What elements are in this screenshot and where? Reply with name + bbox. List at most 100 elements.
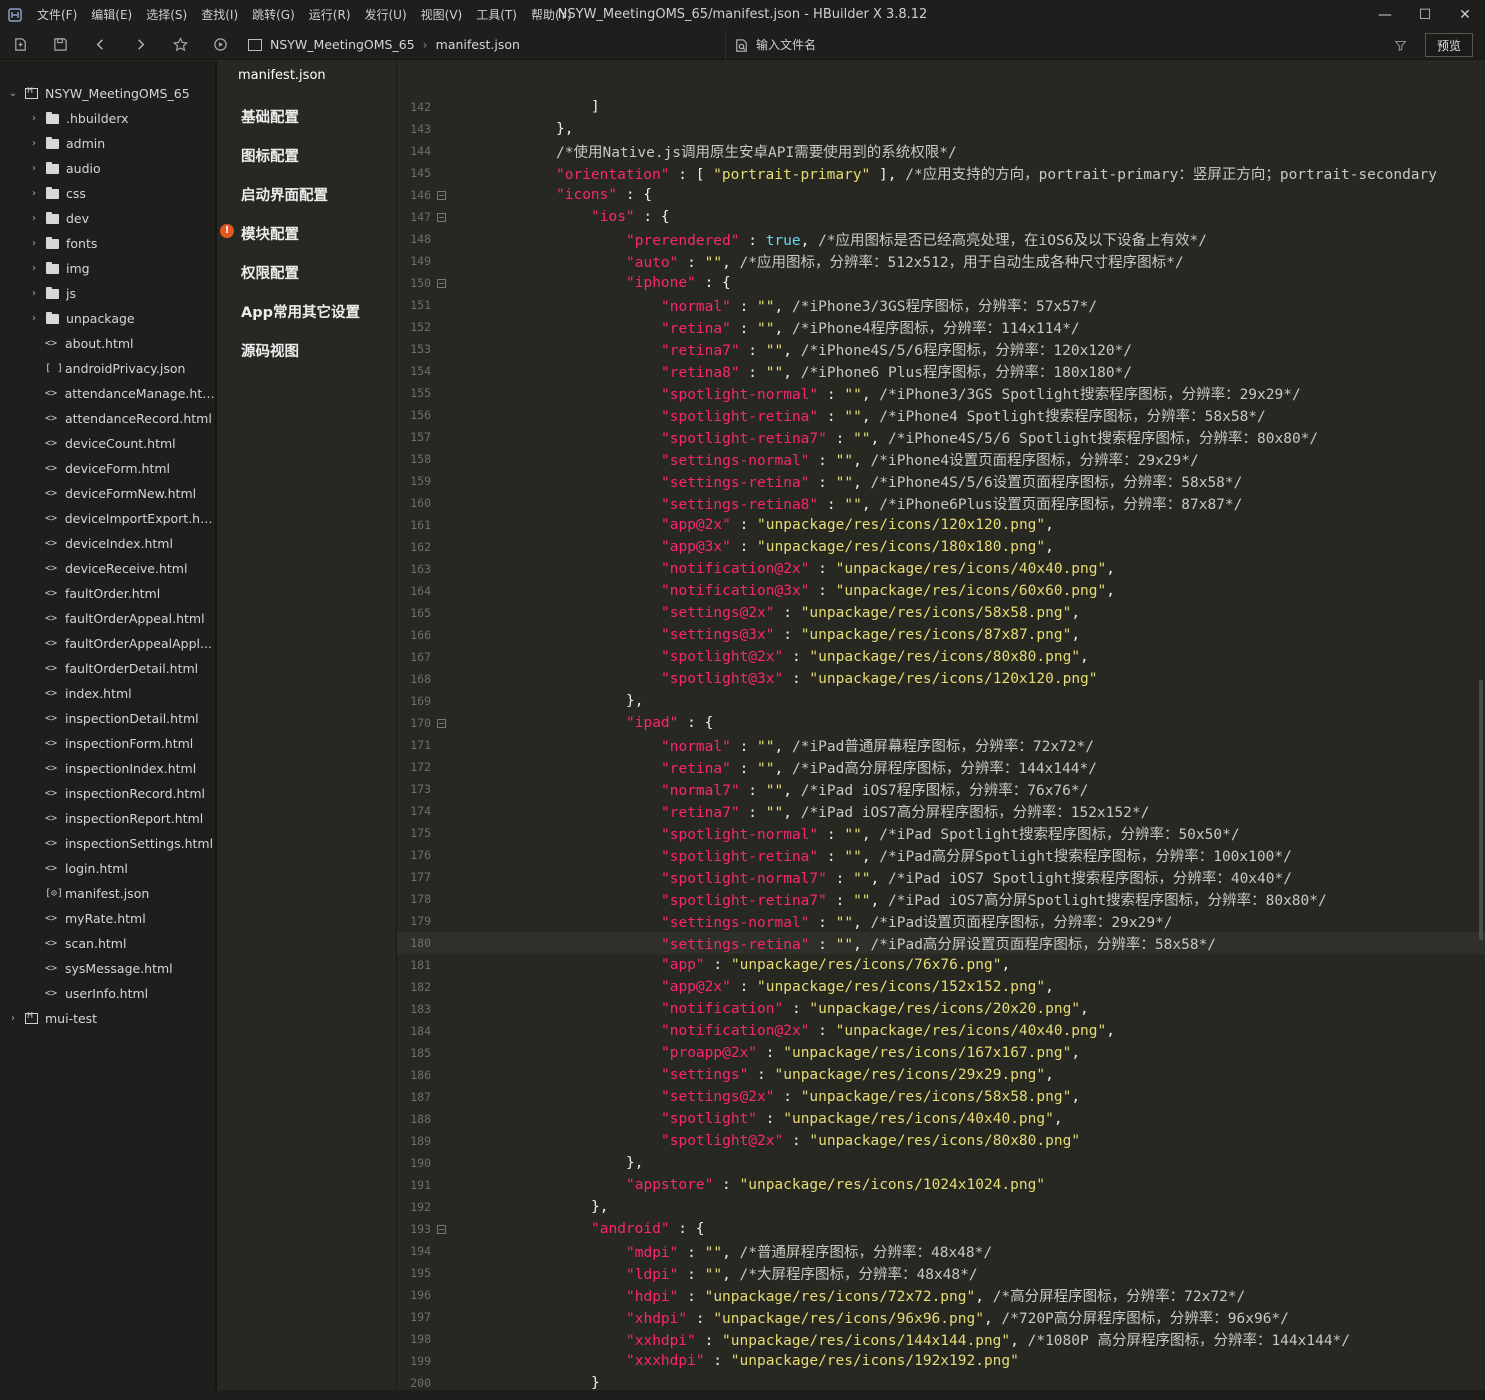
code-line[interactable]: 187 "settings@2x" : "unpackage/res/icons/… (397, 1086, 1485, 1108)
code-editor[interactable]: 142] 143}, 144/*使用Native.js调用原生安卓API需要使用到的… (397, 96, 1485, 1400)
fold-toggle-icon[interactable]: − (437, 278, 446, 288)
breadcrumb-file[interactable]: manifest.json (436, 37, 520, 52)
chevron-right-icon[interactable]: › (27, 213, 41, 224)
tree-folder[interactable]: › dev (0, 206, 215, 231)
fold-toggle-icon[interactable]: − (437, 212, 446, 222)
run-icon[interactable] (200, 30, 240, 60)
code-line[interactable]: 199 "xxxhdpi" : "unpackage/res/icons/192x… (397, 1350, 1485, 1372)
maximize-button[interactable]: ☐ (1405, 0, 1445, 30)
fold-toggle-icon[interactable]: − (437, 190, 446, 200)
config-nav-item[interactable]: App常用其它设置 (241, 301, 360, 322)
tree-folder[interactable]: › img (0, 256, 215, 281)
code-line[interactable]: 192}, (397, 1196, 1485, 1218)
code-line[interactable]: 178 "spotlight-retina7" : "", /*iPad iOS7… (397, 888, 1485, 910)
code-line[interactable]: 172 "retina" : "", /*iPad高分屏程序图标，分辨率：144x… (397, 756, 1485, 778)
tree-file[interactable]: [⊙] manifest.json (0, 881, 215, 906)
tree-folder[interactable]: › unpackage (0, 306, 215, 331)
tree-file[interactable]: <> faultOrderDetail.html (0, 656, 215, 681)
tree-file[interactable]: <> about.html (0, 331, 215, 356)
code-line[interactable]: 166 "settings@3x" : "unpackage/res/icons/… (397, 624, 1485, 646)
code-line[interactable]: 193− "android" : { (397, 1218, 1485, 1240)
chevron-right-icon[interactable]: › (27, 263, 41, 274)
code-line[interactable]: 163 "notification@2x" : "unpackage/res/ic… (397, 558, 1485, 580)
code-line[interactable]: 158 "settings-normal" : "", /*iPhone4设置页面… (397, 448, 1485, 470)
menu-item[interactable]: 工具(T) (469, 0, 524, 30)
code-line[interactable]: 154 "retina8" : "", /*iPhone6 Plus程序图标，分辨… (397, 360, 1485, 382)
code-line[interactable]: 164 "notification@3x" : "unpackage/res/ic… (397, 580, 1485, 602)
code-line[interactable]: 150− "iphone" : { (397, 272, 1485, 294)
filter-icon[interactable] (1388, 30, 1412, 60)
code-line[interactable]: 145 "orientation" : [ "portrait-primary" … (397, 162, 1485, 184)
back-icon[interactable] (80, 30, 120, 60)
chevron-right-icon[interactable]: › (27, 138, 41, 149)
code-line[interactable]: 160 "settings-retina8" : "", /*iPhone6Plu… (397, 492, 1485, 514)
code-line[interactable]: 195 "ldpi" : "", /*大屏程序图标，分辨率：48x48*/ (397, 1262, 1485, 1284)
chevron-right-icon[interactable]: › (27, 113, 41, 124)
tree-file[interactable]: <> deviceReceive.html (0, 556, 215, 581)
code-line[interactable]: 143}, (397, 118, 1485, 140)
chevron-right-icon[interactable]: › (27, 163, 41, 174)
config-nav-item[interactable]: 模块配置 (241, 223, 299, 244)
code-line[interactable]: 186 "settings" : "unpackage/res/icons/29x… (397, 1064, 1485, 1086)
code-line[interactable]: 144 /*使用Native.js调用原生安卓API需要使用到的系统权限*/ (397, 140, 1485, 162)
chevron-right-icon[interactable]: › (27, 238, 41, 249)
code-line[interactable]: 177 "spotlight-normal7" : "", /*iPad iOS7… (397, 866, 1485, 888)
code-line[interactable]: 153 "retina7" : "", /*iPhone4S/5/6程序图标，分辨… (397, 338, 1485, 360)
tree-project[interactable]: › mui-test (0, 1006, 215, 1031)
code-line[interactable]: 180 "settings-retina" : "", /*iPad高分屏设置页面… (397, 932, 1485, 954)
code-line[interactable]: 198 "xxhdpi" : "unpackage/res/icons/144x1… (397, 1328, 1485, 1350)
tree-file[interactable]: <> myRate.html (0, 906, 215, 931)
tree-file[interactable]: <> sysMessage.html (0, 956, 215, 981)
tree-file[interactable]: [ ] androidPrivacy.json (0, 356, 215, 381)
tree-file[interactable]: <> deviceIndex.html (0, 531, 215, 556)
code-line[interactable]: 176 "spotlight-retina" : "", /*iPad高分屏Spo… (397, 844, 1485, 866)
star-icon[interactable] (160, 30, 200, 60)
menu-item[interactable]: 视图(V) (414, 0, 470, 30)
code-line[interactable]: 169}, (397, 690, 1485, 712)
tree-file[interactable]: <> faultOrderAppealAppl... (0, 631, 215, 656)
close-button[interactable]: ✕ (1445, 0, 1485, 30)
tree-file[interactable]: <> deviceForm.html (0, 456, 215, 481)
code-line[interactable]: 157 "spotlight-retina7" : "", /*iPhone4S/… (397, 426, 1485, 448)
chevron-right-icon[interactable]: › (6, 1013, 20, 1024)
minimize-button[interactable]: — (1365, 0, 1405, 30)
code-line[interactable]: 159 "settings-retina" : "", /*iPhone4S/5/… (397, 470, 1485, 492)
tree-file[interactable]: <> attendanceRecord.html (0, 406, 215, 431)
breadcrumb-project[interactable]: NSYW_MeetingOMS_65 (270, 37, 415, 52)
editor-scrollbar[interactable] (1479, 680, 1483, 940)
chevron-down-icon[interactable]: ⌄ (6, 88, 20, 99)
tree-file[interactable]: <> attendanceManage.html (0, 381, 215, 406)
code-line[interactable]: 175 "spotlight-normal" : "", /*iPad Spotl… (397, 822, 1485, 844)
code-line[interactable]: 184 "notification@2x" : "unpackage/res/ic… (397, 1020, 1485, 1042)
code-line[interactable]: 174 "retina7" : "", /*iPad iOS7高分屏程序图标，分辨… (397, 800, 1485, 822)
chevron-right-icon[interactable]: › (27, 288, 41, 299)
menu-item[interactable]: 跳转(G) (245, 0, 302, 30)
tree-file[interactable]: <> index.html (0, 681, 215, 706)
tree-folder[interactable]: › .hbuilderx (0, 106, 215, 131)
code-line[interactable]: 167 "spotlight@2x" : "unpackage/res/icons… (397, 646, 1485, 668)
tree-file[interactable]: <> inspectionSettings.html (0, 831, 215, 856)
code-line[interactable]: 194 "mdpi" : "", /*普通屏程序图标，分辨率：48x48*/ (397, 1240, 1485, 1262)
chevron-right-icon[interactable]: › (27, 188, 41, 199)
config-nav-item[interactable]: 源码视图 (241, 340, 299, 361)
tree-file[interactable]: <> deviceImportExport.ht... (0, 506, 215, 531)
tree-file[interactable]: <> inspectionReport.html (0, 806, 215, 831)
tree-folder[interactable]: › admin (0, 131, 215, 156)
fold-toggle-icon[interactable]: − (437, 1224, 446, 1234)
menu-item[interactable]: 运行(R) (302, 0, 358, 30)
tree-folder[interactable]: › fonts (0, 231, 215, 256)
tree-file[interactable]: <> inspectionIndex.html (0, 756, 215, 781)
code-line[interactable]: 146− "icons" : { (397, 184, 1485, 206)
code-line[interactable]: 190}, (397, 1152, 1485, 1174)
code-line[interactable]: 179 "settings-normal" : "", /*iPad设置页面程序图… (397, 910, 1485, 932)
menu-item[interactable]: 发行(U) (358, 0, 414, 30)
code-line[interactable]: 185 "proapp@2x" : "unpackage/res/icons/16… (397, 1042, 1485, 1064)
menu-item[interactable]: 编辑(E) (84, 0, 139, 30)
code-line[interactable]: 182 "app@2x" : "unpackage/res/icons/152x1… (397, 976, 1485, 998)
code-line[interactable]: 162 "app@3x" : "unpackage/res/icons/180x1… (397, 536, 1485, 558)
code-line[interactable]: 142] (397, 96, 1485, 118)
config-nav-item[interactable]: 基础配置 (241, 106, 299, 127)
tree-file[interactable]: <> scan.html (0, 931, 215, 956)
save-icon[interactable] (40, 30, 80, 60)
fold-toggle-icon[interactable]: − (437, 718, 446, 728)
